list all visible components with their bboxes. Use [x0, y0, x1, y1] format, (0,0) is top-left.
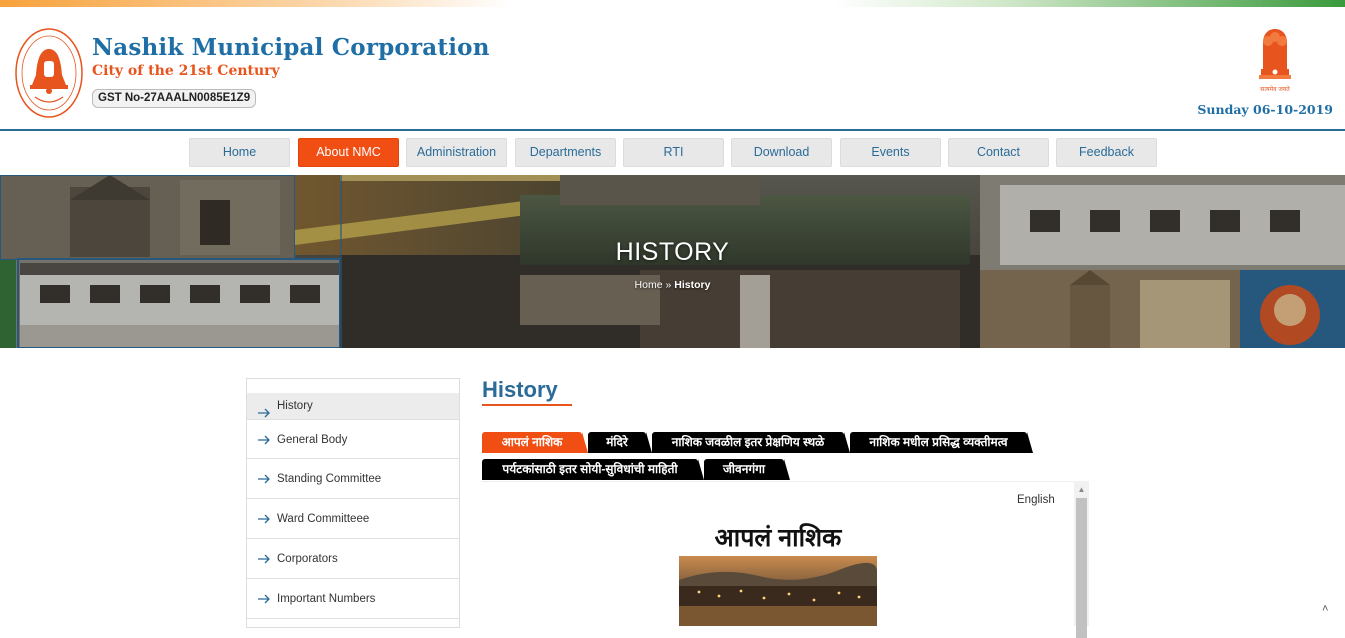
tab-label: आपलं नाशिक	[501, 435, 563, 449]
english-link[interactable]: English	[1017, 494, 1055, 506]
nashik-night-photo	[679, 556, 877, 626]
title-underline	[482, 404, 572, 406]
nav-download[interactable]: Download	[731, 138, 832, 167]
site-header: Nashik Municipal Corporation City of the…	[0, 7, 1345, 129]
back-to-top-icon[interactable]: ˄	[1322, 603, 1328, 615]
tab-temples[interactable]: मंदिरे	[588, 432, 652, 453]
tab-tourist-facilities[interactable]: पर्यटकांसाठी इतर सोयी-सुविधांची माहिती	[482, 459, 704, 480]
national-emblem-icon: सत्यमेव जयते	[1259, 29, 1291, 93]
sidebar-item-label: Standing Committee	[277, 473, 382, 485]
nav-home[interactable]: Home	[189, 138, 290, 167]
emblem-motto: सत्यमेव जयते	[1260, 85, 1290, 93]
sidebar-item-history[interactable]: History	[247, 393, 459, 419]
current-date: Sunday 06-10-2019	[1197, 102, 1333, 117]
arrow-right-icon	[258, 514, 270, 524]
org-name[interactable]: Nashik Municipal Corporation	[92, 34, 490, 61]
page-title: History	[482, 377, 558, 402]
breadcrumb-current: History	[674, 279, 711, 291]
content-heading: आपलं नाशिक	[714, 524, 842, 552]
tab-corner	[784, 459, 790, 480]
nmc-logo[interactable]	[15, 27, 83, 119]
tab-famous-people[interactable]: नाशिक मधील प्रसिद्ध व्यक्तीमत्व	[850, 432, 1033, 453]
scroll-thumb[interactable]	[1076, 498, 1087, 638]
sidebar-item-general-body[interactable]: General Body	[247, 419, 459, 459]
tab-aapla-nashik[interactable]: आपलं नाशिक	[482, 432, 588, 453]
tab-label: पर्यटकांसाठी इतर सोयी-सुविधांची माहिती	[502, 462, 678, 476]
content-scrollbar[interactable]: ▲	[1074, 481, 1089, 638]
page-banner: HISTORY Home » History	[0, 175, 1345, 348]
main-navigation: Home About NMC Administration Department…	[0, 131, 1345, 175]
nav-events[interactable]: Events	[840, 138, 941, 167]
tricolor-strip	[0, 0, 1345, 7]
sidebar-menu: History General Body Standing Committee …	[246, 378, 460, 628]
org-tagline: City of the 21st Century	[92, 63, 280, 79]
scroll-up-icon[interactable]: ▲	[1074, 481, 1089, 498]
sidebar-item-label: History	[277, 400, 313, 412]
arrow-right-icon	[258, 554, 270, 564]
nav-administration[interactable]: Administration	[406, 138, 507, 167]
tab-corner	[1027, 432, 1033, 453]
nav-contact[interactable]: Contact	[948, 138, 1049, 167]
breadcrumb-separator: »	[662, 279, 675, 291]
sidebar-item-standing-committee[interactable]: Standing Committee	[247, 459, 459, 499]
nav-rti[interactable]: RTI	[623, 138, 724, 167]
sidebar-item-important-numbers[interactable]: Important Numbers	[247, 579, 459, 619]
arrow-right-icon	[258, 435, 270, 445]
sidebar-item-label: Corporators	[277, 553, 338, 565]
sidebar-item-ward-committee[interactable]: Ward Committeee	[247, 499, 459, 539]
tab-label: नाशिक मधील प्रसिद्ध व्यक्तीमत्व	[869, 435, 1008, 449]
sidebar-item-label: General Body	[277, 434, 348, 446]
tab-label: जीवनगंगा	[723, 462, 765, 476]
tab-label: नाशिक जवळील इतर प्रेक्षणिय स्थळे	[671, 435, 825, 449]
arrow-right-icon	[258, 474, 270, 484]
tab-nearby-sights[interactable]: नाशिक जवळील इतर प्रेक्षणिय स्थळे	[652, 432, 850, 453]
tab-jeevanganga[interactable]: जीवनगंगा	[704, 459, 790, 480]
breadcrumb-home-link[interactable]: Home	[635, 279, 663, 291]
gst-badge: GST No-27AAALN0085E1Z9	[92, 89, 257, 108]
sidebar-item-label: Ward Committeee	[277, 513, 370, 525]
banner-title: HISTORY	[615, 238, 730, 266]
nav-about-nmc[interactable]: About NMC	[298, 138, 399, 167]
arrow-right-icon	[258, 594, 270, 604]
sidebar-item-corporators[interactable]: Corporators	[247, 539, 459, 579]
nav-feedback[interactable]: Feedback	[1056, 138, 1157, 167]
nav-departments[interactable]: Departments	[515, 138, 616, 167]
tab-label: मंदिरे	[606, 435, 628, 449]
sidebar-item-label: Important Numbers	[277, 593, 376, 605]
breadcrumb: Home » History	[0, 279, 1345, 291]
